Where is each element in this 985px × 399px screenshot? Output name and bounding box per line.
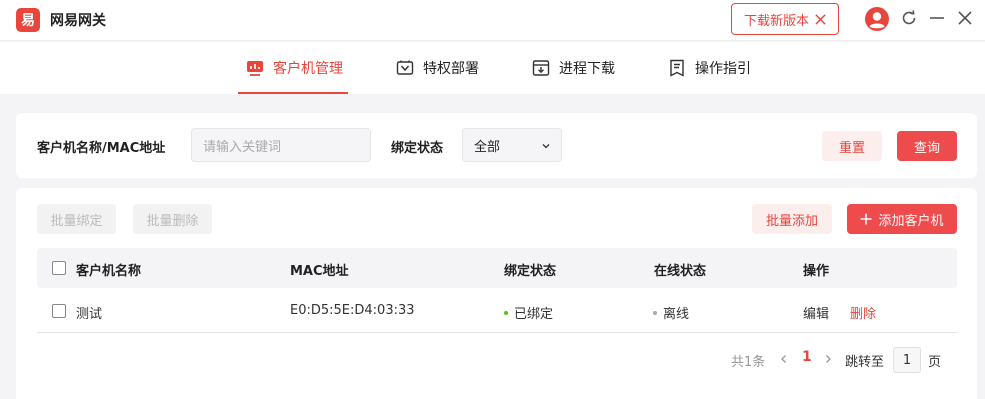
- tab-operation-guide[interactable]: 操作指引: [668, 42, 751, 94]
- tab-label: 特权部署: [423, 61, 479, 77]
- total-count: 共1条: [731, 355, 766, 370]
- tab-process-download[interactable]: 进程下载: [532, 42, 615, 94]
- monitor-chart-icon: [247, 61, 263, 76]
- download-box-icon: [532, 60, 550, 76]
- row-checkbox[interactable]: [52, 304, 66, 318]
- next-page-icon[interactable]: [823, 354, 833, 364]
- tab-client-management[interactable]: 客户机管理: [246, 42, 343, 94]
- close-icon[interactable]: [815, 13, 826, 25]
- edit-link[interactable]: 编辑: [803, 303, 829, 322]
- column-header: 客户机名称: [76, 264, 142, 279]
- column-header: 绑定状态: [504, 264, 557, 279]
- tab-label: 进程下载: [559, 61, 615, 77]
- download-update-label: 下载新版本: [743, 13, 809, 29]
- current-page[interactable]: 1: [802, 349, 812, 365]
- bind-status-text: 已绑定: [514, 307, 554, 322]
- keyword-placeholder: 请输入关键词: [203, 139, 282, 155]
- prev-page-icon[interactable]: [779, 354, 789, 364]
- tab-label: 操作指引: [695, 61, 751, 77]
- page-jump-input[interactable]: 1: [893, 347, 921, 373]
- refresh-icon[interactable]: [900, 9, 918, 27]
- column-header: 在线状态: [654, 264, 707, 279]
- bulk-add-button[interactable]: 批量添加: [752, 204, 832, 234]
- chevron-down-icon: [542, 144, 550, 149]
- page-suffix: 页: [928, 355, 942, 370]
- bind-status-cell: 已绑定: [504, 303, 553, 322]
- search-button[interactable]: 查询: [897, 131, 957, 161]
- bind-status-label: 绑定状态: [391, 141, 444, 156]
- title-bar: 易 网易网关 下载新版本: [0, 0, 985, 41]
- main-nav: 客户机管理 特权部署 进程下载 操作指引: [0, 42, 985, 94]
- keyword-search-input[interactable]: 请输入关键词: [191, 128, 371, 162]
- download-update-button[interactable]: 下载新版本: [731, 3, 839, 35]
- user-avatar-icon[interactable]: [865, 7, 889, 31]
- active-tab-indicator: [238, 92, 348, 94]
- bulk-bind-button[interactable]: 批量绑定: [37, 204, 116, 234]
- tab-privilege-deploy[interactable]: 特权部署: [396, 42, 479, 94]
- bound-status-dot: [504, 310, 508, 315]
- plus-icon: [860, 213, 872, 225]
- mac-address-cell: E0:D5:5E:D4:03:33: [290, 303, 415, 318]
- shield-box-icon: [396, 60, 414, 75]
- online-status-cell: 离线: [653, 303, 689, 322]
- table-header: 客户机名称 MAC地址 绑定状态 在线状态 操作: [37, 248, 957, 288]
- online-status-text: 离线: [663, 307, 690, 322]
- client-table-panel: 批量绑定 批量删除 批量添加 添加客户机 客户机名称 MAC地址 绑定状态 在线…: [16, 188, 977, 399]
- add-client-label: 添加客户机: [878, 213, 944, 229]
- bulk-delete-button[interactable]: 批量删除: [133, 204, 212, 234]
- filter-panel: 客户机名称/MAC地址 请输入关键词 绑定状态 全部 重置 查询: [16, 113, 977, 178]
- offline-status-dot: [653, 310, 657, 315]
- jump-to-label: 跳转至: [845, 355, 885, 370]
- add-client-button[interactable]: 添加客户机: [847, 204, 957, 234]
- select-all-checkbox[interactable]: [52, 261, 66, 275]
- column-header: 操作: [803, 264, 830, 279]
- close-window-icon[interactable]: [956, 9, 974, 27]
- bind-status-value: 全部: [474, 139, 501, 155]
- table-row: 测试 E0:D5:5E:D4:03:33 已绑定 离线 编辑 删除: [37, 290, 957, 333]
- name-mac-label: 客户机名称/MAC地址: [37, 141, 166, 156]
- minimize-icon[interactable]: [928, 9, 946, 27]
- tab-label: 客户机管理: [273, 61, 343, 77]
- app-title: 网易网关: [50, 13, 106, 29]
- guide-doc-icon: [670, 59, 684, 77]
- bind-status-select[interactable]: 全部: [462, 128, 562, 162]
- client-name-cell: 测试: [76, 307, 103, 322]
- delete-link[interactable]: 删除: [850, 303, 876, 322]
- column-header: MAC地址: [290, 264, 349, 279]
- reset-button[interactable]: 重置: [822, 131, 882, 161]
- app-logo: 易: [16, 8, 40, 32]
